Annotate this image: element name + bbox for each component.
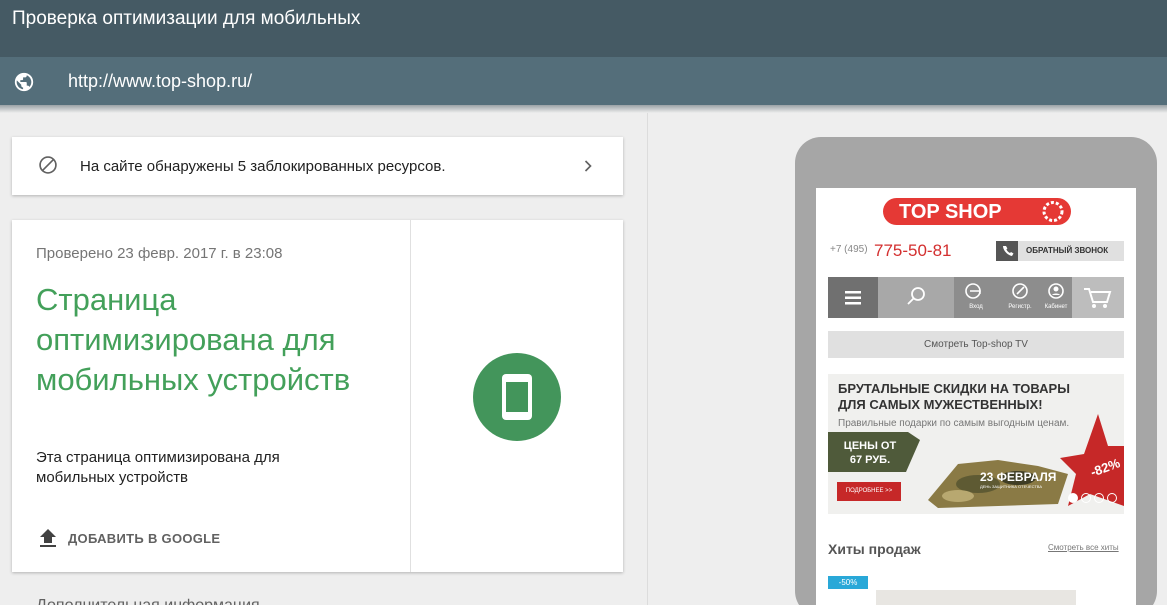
mobile-nav: Вход Регистр. Кабинет [828,277,1124,318]
banner-date-sub: ДЕНЬ ЗАЩИТНИКА ОТЕЧЕСТВА [980,484,1042,489]
search-icon [907,287,925,305]
banner-subtitle: Правильные подарки по самым выгодным цен… [838,418,1070,429]
watch-tv-button[interactable]: Смотреть Top-shop TV [828,331,1124,358]
page-title: Проверка оптимизации для мобильных [12,8,361,29]
chevron-right-icon [584,160,592,172]
product-image[interactable] [876,590,1076,605]
blocked-icon [39,156,57,174]
card-divider [410,220,411,572]
callback-button[interactable]: ОБРАТНЫЙ ЗВОНОК [996,241,1124,261]
banner-more-button[interactable]: ПОДРОБНЕЕ >> [837,482,901,501]
result-description: Эта страница оптимизирована для мобильны… [36,449,280,486]
key-icon [965,283,981,299]
banner-headline-1: БРУТАЛЬНЫЕ СКИДКИ НА ТОВАРЫ [838,381,1070,396]
hits-title: Хиты продаж [828,541,921,557]
url-bar[interactable]: http://www.top-shop.ru/ [0,57,1167,105]
result-headline: Страница оптимизирована для мобильных ус… [36,282,351,397]
menu-button[interactable] [828,277,878,318]
logo-text: TOP SHOP [899,201,1002,223]
login-label: Вход [969,304,983,310]
globe-icon [14,72,34,92]
top-shop-logo: TOP SHOP [883,198,1071,225]
url-text: http://www.top-shop.ru/ [68,71,253,91]
carousel-dot[interactable] [1068,493,1078,503]
phone-icon [996,241,1018,261]
hits-all-link[interactable]: Смотреть все хиты [1048,543,1119,552]
add-to-google-label: ДОБАВИТЬ В GOOGLE [68,531,221,546]
callback-label: ОБРАТНЫЙ ЗВОНОК [1026,246,1109,255]
cart-icon [1084,288,1112,308]
carousel-dot[interactable] [1107,493,1117,503]
more-info-heading[interactable]: Дополнительная информация [36,597,260,605]
search-button[interactable] [878,277,954,318]
discount-badge: -50% [828,576,868,589]
user-icon [1048,283,1064,299]
title-bar: Проверка оптимизации для мобильных [0,0,1167,57]
cart-button[interactable] [1072,277,1124,318]
banner-price-1: ЦЕНЫ ОТ [843,440,897,452]
register-label: Регистр. [1008,304,1032,310]
checked-timestamp: Проверено 23 февр. 2017 г. в 23:08 [36,245,283,262]
banner-date: 23 ФЕВРАЛЯ [980,470,1057,484]
carousel-dot[interactable] [1094,493,1104,503]
result-card: Проверено 23 февр. 2017 г. в 23:08 Стран… [12,220,623,572]
mobile-friendly-icon [473,353,561,441]
upload-icon [40,529,56,547]
carousel-dots[interactable] [1068,490,1120,508]
hamburger-icon [845,291,861,305]
header-shadow [0,105,1167,113]
blocked-resources-card[interactable]: На сайте обнаружены 5 заблокированных ре… [12,137,623,195]
banner-price-2: 67 РУБ. [849,454,891,466]
cabinet-label: Кабинет [1044,304,1068,310]
panel-divider [647,113,648,605]
register-button[interactable]: Регистр. [998,277,1042,318]
cabinet-button[interactable]: Кабинет [1040,277,1072,318]
banner-headline-2: ДЛЯ САМЫХ МУЖЕСТВЕННЫХ! [838,397,1043,412]
promo-banner[interactable]: БРУТАЛЬНЫЕ СКИДКИ НА ТОВАРЫ ДЛЯ САМЫХ МУ… [828,374,1124,514]
login-button[interactable]: Вход [954,277,998,318]
register-icon [1012,283,1028,299]
carousel-dot[interactable] [1081,493,1091,503]
phone-number[interactable]: 775-50-81 [874,241,952,261]
mobile-preview-screen: TOP SHOP +7 (495) 775-50-81 ОБРАТНЫЙ ЗВО… [816,188,1136,605]
phone-prefix: +7 (495) [830,244,868,255]
blocked-resources-text: На сайте обнаружены 5 заблокированных ре… [80,158,446,175]
